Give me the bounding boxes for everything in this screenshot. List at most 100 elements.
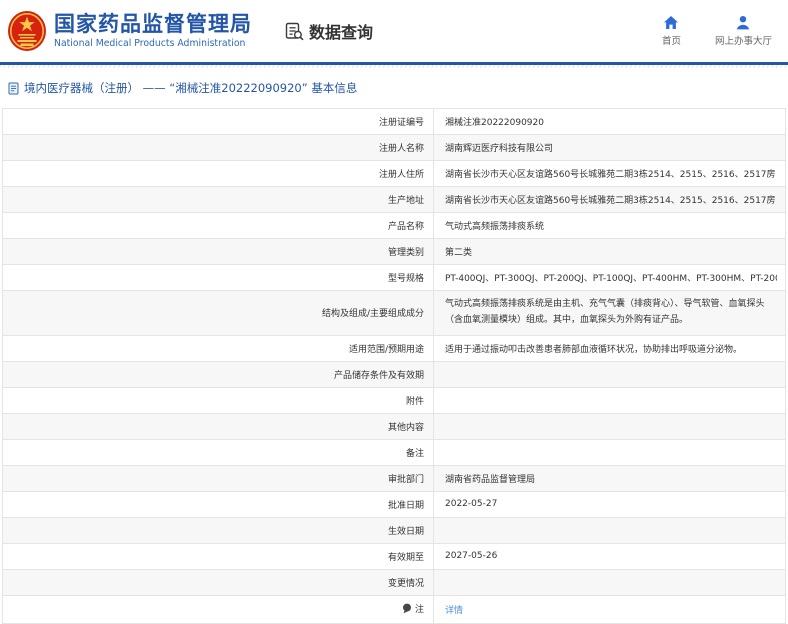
field-value-cell	[433, 412, 786, 440]
national-emblem-icon	[8, 11, 46, 51]
field-value-cell: 适用于通过振动叩击改善患者肺部血液循环状况，协助排出呼吸道分泌物。	[433, 334, 786, 362]
field-label-text: 注册证编号	[378, 118, 424, 128]
field-value-cell: 湖南省长沙市天心区友谊路560号长城雅苑二期3栋2514、2515、2516、2…	[433, 186, 786, 213]
comment-icon	[402, 603, 411, 613]
field-label: 生效日期	[2, 516, 434, 544]
table-row: 型号规格 PT-400QJ、PT-300QJ、PT-200QJ、PT-100QJ、…	[2, 264, 786, 291]
field-value: 适用于通过振动叩击改善患者肺部血液循环状况，协助排出呼吸道分泌物。	[445, 344, 743, 355]
table-row: 注册人名称 湖南辉迈医疗科技有限公司	[2, 134, 786, 161]
field-value: 湘械注准20222090920	[445, 118, 544, 128]
org-title-en: National Medical Products Administration	[54, 37, 246, 49]
field-label: 生产地址	[2, 186, 434, 213]
table-row: 注册人住所 湖南省长沙市天心区友谊路560号长城雅苑二期3栋2514、2515、2…	[2, 160, 786, 187]
page-header: 国家药品监督管理局 National Medical Products Admi…	[0, 0, 788, 62]
field-label-text: 管理类别	[387, 248, 424, 258]
field-value-cell: 气动式高频振荡排痰系统	[433, 212, 786, 239]
data-query-label: 数据查询	[309, 23, 374, 42]
data-query-menu[interactable]: 数据查询	[284, 19, 373, 43]
table-row: 产品储存条件及有效期	[2, 360, 786, 388]
field-value-cell	[433, 438, 786, 466]
field-value: 湖南省长沙市天心区友谊路560号长城雅苑二期3栋2514、2515、2516、2…	[445, 196, 776, 206]
field-label: 结构及组成/主要组成成分	[2, 290, 434, 336]
field-value: 气动式高频振荡排痰系统是由主机、充气气囊（排痰背心）、导气软管、血氧探头（含血氧…	[445, 299, 765, 325]
field-label-text: 型号规格	[387, 274, 424, 284]
field-label: 变更情况	[2, 568, 434, 596]
registration-info-table: 注册证编号 湘械注准20222090920 注册人名称 湖南辉迈医疗科技有限公司 注册人…	[2, 108, 786, 624]
table-row: 注 详情	[2, 594, 786, 624]
table-row: 批准日期 2022-05-27	[2, 490, 786, 518]
field-value: 湖南辉迈医疗科技有限公司	[445, 144, 554, 154]
site-logo[interactable]: 国家药品监督管理局 National Medical Products Admi…	[7, 10, 252, 52]
field-value: 气动式高频振荡排痰系统	[445, 222, 545, 232]
table-row: 生效日期	[2, 516, 786, 544]
field-label: 注册人住所	[2, 160, 434, 187]
field-value-cell: 2022-05-27	[433, 490, 786, 518]
breadcrumb: 境内医疗器械（注册） —— “湘械注准20222090920” 基本信息	[0, 68, 788, 108]
nav-home-label: 首页	[661, 36, 681, 47]
field-value-cell: 气动式高频振荡排痰系统是由主机、充气气囊（排痰背心）、导气软管、血氧探头（含血氧…	[433, 290, 786, 336]
field-value-cell: 湖南省长沙市天心区友谊路560号长城雅苑二期3栋2514、2515、2516、2…	[433, 160, 786, 187]
org-title-cn: 国家药品监督管理局	[54, 12, 252, 37]
field-label: 注册人名称	[2, 134, 434, 161]
field-label-text: 注册人住所	[378, 170, 424, 180]
field-label: 有效期至	[2, 542, 434, 570]
field-label: 管理类别	[2, 238, 434, 265]
field-label-text: 结构及组成/主要组成成分	[321, 309, 424, 320]
field-label: 产品名称	[2, 212, 434, 239]
field-value-cell: 详情	[433, 594, 786, 624]
field-label-text: 生产地址	[387, 196, 424, 206]
field-label: 备注	[2, 438, 434, 466]
field-label-text: 备注	[405, 448, 424, 459]
field-label-text: 变更情况	[387, 578, 424, 589]
field-label-text: 产品名称	[387, 222, 424, 232]
field-value-cell: 第二类	[433, 238, 786, 265]
field-label: 审批部门	[2, 464, 434, 492]
field-label: 产品储存条件及有效期	[2, 360, 434, 388]
document-icon	[8, 82, 19, 94]
field-value-cell	[433, 360, 786, 388]
field-label: 批准日期	[2, 490, 434, 518]
field-label-text: 注册人名称	[378, 144, 424, 154]
field-label: 型号规格	[2, 264, 434, 291]
nav-home[interactable]: 首页	[662, 15, 681, 47]
field-value: 第二类	[445, 248, 473, 258]
nav-online-hall[interactable]: 网上办事大厅	[715, 15, 772, 47]
field-value: PT-400QJ、PT-300QJ、PT-200QJ、PT-100QJ、PT-4…	[445, 274, 777, 284]
field-label-text: 批准日期	[387, 500, 424, 511]
field-value: 2027-05-26	[445, 551, 498, 561]
table-row: 变更情况	[2, 568, 786, 596]
table-row: 管理类别 第二类	[2, 238, 786, 265]
table-row: 审批部门 湖南省药品监督管理局	[2, 464, 786, 492]
field-value: 湖南省药品监督管理局	[445, 474, 536, 485]
field-label-text: 生效日期	[387, 526, 424, 537]
field-label: 适用范围/预期用途	[2, 334, 434, 362]
field-label: 附件	[2, 386, 434, 414]
table-row: 有效期至 2027-05-26	[2, 542, 786, 570]
table-row: 结构及组成/主要组成成分 气动式高频振荡排痰系统是由主机、充气气囊（排痰背心）、导…	[2, 290, 786, 336]
field-value-cell	[433, 568, 786, 596]
field-label: 注	[2, 594, 434, 624]
field-label: 其他内容	[2, 412, 434, 440]
doc-search-icon	[285, 22, 304, 41]
field-label-text: 附件	[405, 396, 424, 407]
detail-link[interactable]: 详情	[445, 603, 777, 616]
home-icon	[664, 16, 679, 29]
table-row: 注册证编号 湘械注准20222090920	[2, 108, 786, 135]
table-row: 附件	[2, 386, 786, 414]
field-value-cell: 湖南省药品监督管理局	[433, 464, 786, 492]
field-value-cell: 2027-05-26	[433, 542, 786, 570]
field-value-cell: 湘械注准20222090920	[433, 108, 786, 135]
info-table-body: 注册证编号 湘械注准20222090920 注册人名称 湖南辉迈医疗科技有限公司 注册人…	[2, 108, 786, 624]
field-value: 2022-05-27	[445, 499, 498, 509]
user-icon	[737, 16, 750, 30]
field-value-cell: PT-400QJ、PT-300QJ、PT-200QJ、PT-100QJ、PT-4…	[433, 264, 786, 291]
field-label-text: 产品储存条件及有效期	[333, 370, 424, 381]
field-value: 湖南省长沙市天心区友谊路560号长城雅苑二期3栋2514、2515、2516、2…	[445, 170, 776, 180]
table-row: 备注	[2, 438, 786, 466]
field-label-text: 适用范围/预期用途	[348, 344, 424, 355]
table-row: 产品名称 气动式高频振荡排痰系统	[2, 212, 786, 239]
table-row: 其他内容	[2, 412, 786, 440]
field-label: 注册证编号	[2, 108, 434, 135]
field-value-cell	[433, 386, 786, 414]
page-title: 境内医疗器械（注册） —— “湘械注准20222090920” 基本信息	[24, 81, 358, 95]
